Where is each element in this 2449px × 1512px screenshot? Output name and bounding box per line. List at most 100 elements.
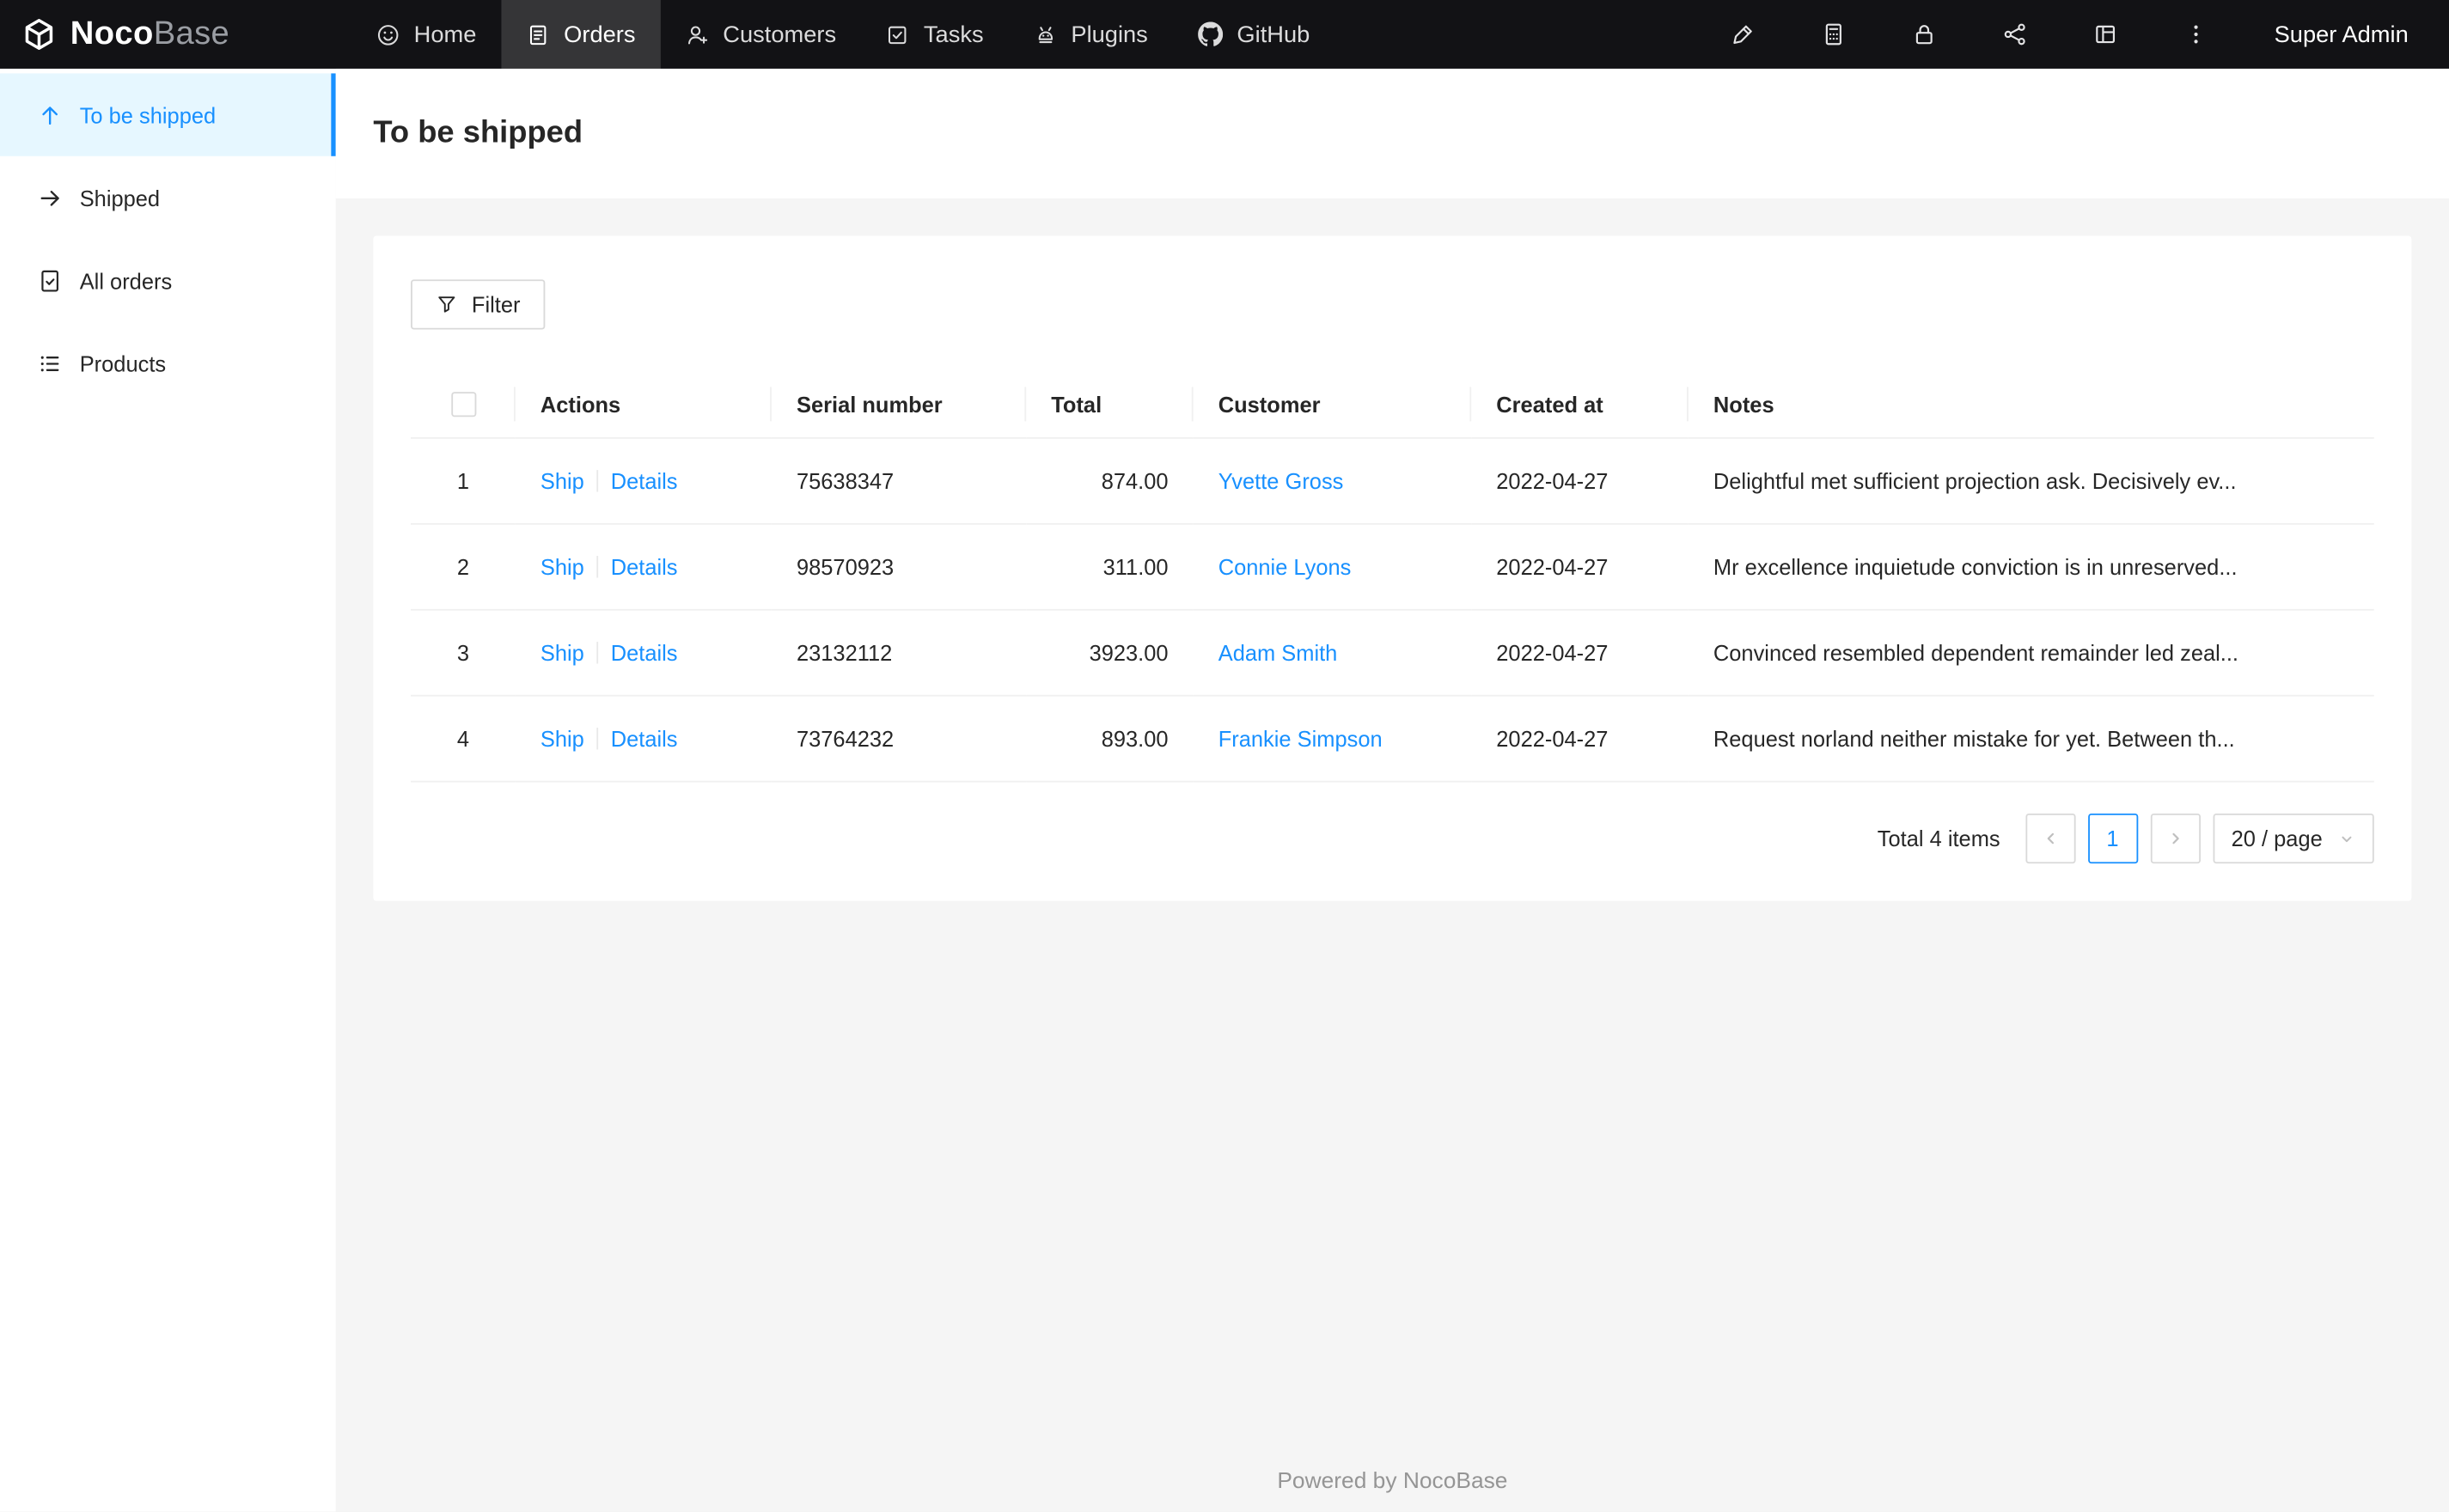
serial-cell: 75638347	[771, 438, 1027, 526]
nav-item-customers[interactable]: Customers	[661, 0, 862, 69]
ship-link[interactable]: Ship	[540, 555, 584, 580]
nav-item-label: Orders	[564, 21, 636, 48]
details-link[interactable]: Details	[611, 555, 678, 580]
customer-cell: Frankie Simpson	[1193, 696, 1472, 783]
serial-cell: 23132112	[771, 610, 1027, 698]
column-header-notes: Notes	[1688, 369, 2374, 440]
column-header-select	[411, 369, 516, 440]
customer-link[interactable]: Adam Smith	[1218, 641, 1338, 666]
nav-item-plugins[interactable]: Plugins	[1009, 0, 1173, 69]
serial-cell: 73764232	[771, 696, 1027, 783]
user-menu[interactable]: Super Admin	[2275, 21, 2409, 48]
notes-cell: Request norland neither mistake for yet.…	[1688, 696, 2374, 783]
total-cell: 3923.00	[1026, 610, 1194, 698]
nav-item-home[interactable]: Home	[351, 0, 502, 69]
more-icon	[2194, 25, 2198, 44]
arrow-right-icon	[40, 190, 59, 205]
filter-button-label: Filter	[471, 291, 521, 317]
nav-item-label: Home	[413, 21, 477, 48]
sidebar-item-products[interactable]: Products	[0, 321, 336, 404]
notes-cell: Delightful met sufficient projection ask…	[1688, 438, 2374, 526]
sidebar: To be shipped Shipped All orders Product…	[0, 68, 336, 1512]
nav-item-github[interactable]: GitHub	[1173, 0, 1334, 69]
nav-item-label: Tasks	[923, 21, 984, 48]
collections-button[interactable]	[1822, 21, 1847, 46]
highlight-icon	[1733, 25, 1753, 45]
created-cell: 2022-04-27	[1471, 524, 1689, 612]
customer-cell: Yvette Gross	[1193, 438, 1472, 526]
orders-icon	[529, 24, 547, 45]
serial-cell: 98570923	[771, 524, 1027, 612]
customers-icon	[687, 25, 707, 44]
chevron-left-icon	[2046, 833, 2054, 844]
pagination: Total 4 items 1 20 / page	[411, 814, 2374, 864]
page: To be shipped Filter Actions Serial numb…	[335, 68, 2449, 1512]
nav-item-orders[interactable]: Orders	[501, 0, 661, 69]
sidebar-item-label: Shipped	[79, 185, 161, 210]
notes-cell: Convinced resembled dependent remainder …	[1688, 610, 2374, 698]
chevron-down-icon	[2342, 836, 2352, 842]
select-all-checkbox[interactable]	[450, 392, 476, 418]
smile-icon	[377, 24, 399, 45]
nocobase-logo-icon	[25, 18, 53, 50]
row-actions: Ship Details	[515, 524, 772, 612]
pagination-page-1[interactable]: 1	[2087, 814, 2138, 864]
table-row: 4 Ship Details 73764232 893.00 Frankie Si…	[411, 696, 2374, 783]
page-size-select[interactable]: 20 / page	[2212, 814, 2374, 864]
ship-link[interactable]: Ship	[540, 641, 584, 666]
created-cell: 2022-04-27	[1471, 696, 1689, 783]
row-actions: Ship Details	[515, 696, 772, 783]
plugins-icon	[1038, 26, 1053, 43]
sidebar-item-label: Products	[79, 351, 167, 376]
permissions-button[interactable]	[1912, 21, 1937, 46]
api-button[interactable]	[2002, 21, 2027, 46]
pagination-next-button[interactable]	[2150, 814, 2201, 864]
details-link[interactable]: Details	[611, 727, 678, 752]
filter-button[interactable]: Filter	[411, 279, 546, 330]
details-link[interactable]: Details	[611, 641, 678, 666]
chevron-right-icon	[2171, 833, 2179, 844]
row-index: 1	[411, 438, 516, 526]
column-header-total: Total	[1026, 369, 1194, 440]
tasks-icon	[889, 25, 907, 44]
action-divider	[596, 556, 599, 579]
nav-item-label: Customers	[723, 21, 837, 48]
page-size-value: 20 / page	[2231, 826, 2323, 852]
created-cell: 2022-04-27	[1471, 438, 1689, 526]
customer-cell: Connie Lyons	[1193, 524, 1472, 612]
customer-link[interactable]: Frankie Simpson	[1218, 727, 1383, 752]
top-navbar: NocoBase Home Orders Customers Tasks Plu…	[0, 0, 2449, 69]
brand-logo[interactable]: NocoBase	[0, 0, 336, 69]
lock-icon	[1916, 25, 1933, 45]
sidebar-item-all-orders[interactable]: All orders	[0, 239, 336, 321]
table-row: 1 Ship Details 75638347 874.00 Yvette Gro…	[411, 438, 2374, 526]
customer-cell: Adam Smith	[1193, 610, 1472, 698]
action-divider	[596, 470, 599, 493]
sidebar-item-to-be-shipped[interactable]: To be shipped	[0, 73, 336, 156]
table-row: 2 Ship Details 98570923 311.00 Connie Lyo…	[411, 524, 2374, 612]
customer-link[interactable]: Yvette Gross	[1218, 469, 1344, 494]
customer-link[interactable]: Connie Lyons	[1218, 555, 1352, 580]
nav-item-label: GitHub	[1237, 21, 1310, 48]
pagination-prev-button[interactable]	[2025, 814, 2075, 864]
brand-name-light: Base	[153, 15, 230, 52]
navbar-actions: Super Admin	[1731, 0, 2449, 69]
footer-text: Powered by NocoBase	[1277, 1469, 1508, 1495]
details-link[interactable]: Details	[611, 469, 678, 494]
ship-link[interactable]: Ship	[540, 469, 584, 494]
ship-link[interactable]: Ship	[540, 727, 584, 752]
total-cell: 893.00	[1026, 696, 1194, 783]
pagination-total: Total 4 items	[1877, 826, 2000, 852]
sidebar-item-label: All orders	[79, 267, 173, 293]
main-row: To be shipped Shipped All orders Product…	[0, 68, 2449, 1512]
ui-editor-button[interactable]	[1731, 21, 1756, 46]
column-header-created: Created at	[1471, 369, 1689, 440]
more-button[interactable]	[2183, 21, 2208, 46]
nav-item-tasks[interactable]: Tasks	[861, 0, 1008, 69]
list-icon	[40, 355, 59, 371]
layout-icon	[2096, 25, 2116, 44]
row-actions: Ship Details	[515, 610, 772, 698]
share-icon	[2004, 23, 2025, 46]
layout-button[interactable]	[2093, 21, 2118, 46]
sidebar-item-shipped[interactable]: Shipped	[0, 156, 336, 239]
